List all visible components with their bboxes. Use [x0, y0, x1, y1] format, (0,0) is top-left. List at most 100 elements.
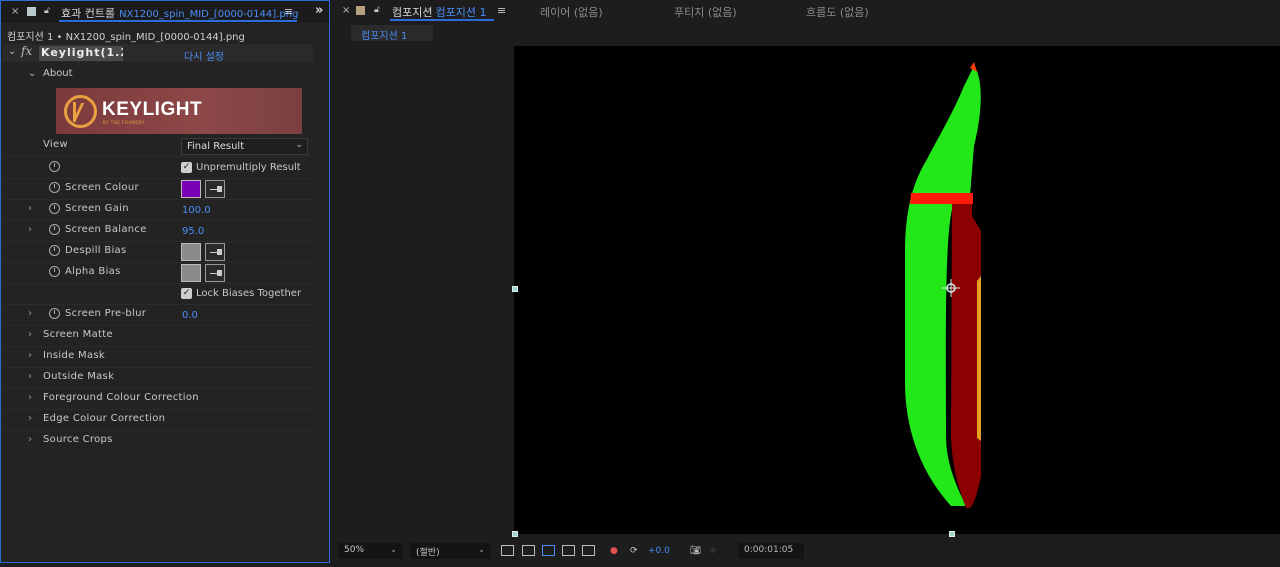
unpremultiply-checkbox[interactable]: ✓	[181, 162, 192, 173]
tab-layer-viewer[interactable]: 레이어 (없음)	[540, 4, 603, 20]
color-channels-icon[interactable]: ●	[610, 546, 618, 556]
resolution-dropdown[interactable]: (절반) ⌄	[410, 543, 490, 559]
effect-header[interactable]: ⌄ fx Keylight(1.2 다시 설정	[3, 44, 313, 63]
logo-text: KEYLIGHT	[102, 99, 203, 120]
effect-controls-tab[interactable]: 효과 컨트롤 NX1200_spin_MID_[0000-0144].png	[61, 5, 298, 21]
zoom-value: 50%	[344, 545, 365, 555]
twirl-icon[interactable]: ⌄	[8, 46, 16, 57]
close-icon[interactable]: ×	[342, 5, 350, 16]
group-label: Outside Mask	[43, 371, 115, 382]
screen-gain-value[interactable]: 100.0	[182, 205, 211, 216]
group-label: Screen Matte	[43, 329, 113, 340]
composition-tab[interactable]: 컴포지션 컴포지션 1	[392, 4, 486, 20]
twirl-icon[interactable]: ›	[28, 434, 32, 445]
screen-balance-value[interactable]: 95.0	[182, 226, 204, 237]
panel-chevron-icon[interactable]: »	[315, 3, 323, 18]
twirl-icon[interactable]: ›	[28, 308, 32, 319]
twirl-icon[interactable]: ›	[28, 203, 32, 214]
layer-handle-left[interactable]	[512, 286, 518, 292]
chevron-down-icon: ⌄	[478, 545, 485, 554]
stopwatch-icon[interactable]	[49, 161, 60, 172]
layer-handle-bottom[interactable]	[949, 531, 955, 537]
composition-tabbar: × 🔓︎ 컴포지션 컴포지션 1 ≡ 레이어 (없음) 푸티지 (없음) 흐름도 …	[334, 0, 1280, 22]
stopwatch-icon[interactable]	[49, 182, 60, 193]
snapshot-icon[interactable]: 📷︎	[690, 546, 701, 556]
stopwatch-icon[interactable]	[49, 203, 60, 214]
show-snapshot-icon[interactable]: ⟡	[710, 546, 716, 556]
screen-preblur-value[interactable]: 0.0	[182, 310, 198, 321]
composition-viewer[interactable]	[514, 46, 1280, 534]
group-outside-mask[interactable]: › Outside Mask	[3, 368, 313, 389]
panel-color-icon	[27, 7, 36, 16]
tab-file: NX1200_spin_MID_[0000-0144].png	[119, 9, 299, 20]
group-edge-colour-correction[interactable]: › Edge Colour Correction	[3, 410, 313, 431]
screen-gain-row: › Screen Gain 100.0	[3, 200, 313, 221]
unpremultiply-row: ✓ Unpremultiply Result	[3, 158, 313, 179]
viewer-footer-toolbar: 50% ⌄ (절반) ⌄ ● ⟳ +0.0 📷︎ ⟡ 0:00:01:05	[334, 540, 1280, 567]
screen-colour-label: Screen Colour	[65, 182, 139, 193]
object-orange-edge	[977, 276, 981, 441]
twirl-icon[interactable]: ›	[28, 224, 32, 235]
stopwatch-icon[interactable]	[49, 224, 60, 235]
twirl-icon[interactable]: ›	[28, 329, 32, 340]
screen-balance-row: › Screen Balance 95.0	[3, 221, 313, 242]
fx-toggle-icon[interactable]: fx	[21, 44, 32, 58]
reset-exposure-icon[interactable]: ⟳	[630, 546, 638, 556]
guides-icon[interactable]	[582, 545, 595, 556]
eyedropper-icon[interactable]	[205, 180, 225, 198]
despill-bias-swatch[interactable]	[181, 243, 201, 261]
alpha-bias-row: Alpha Bias	[3, 263, 313, 284]
mask-visibility-icon[interactable]	[542, 545, 555, 556]
alpha-bias-label: Alpha Bias	[65, 266, 121, 277]
effect-controls-tabbar: × 🔓︎ 효과 컨트롤 NX1200_spin_MID_[0000-0144].p…	[1, 1, 329, 23]
lock-biases-checkbox[interactable]: ✓	[181, 288, 192, 299]
chevron-down-icon: ⌄	[390, 545, 397, 554]
effect-name[interactable]: Keylight(1.2	[39, 46, 123, 61]
keyed-object-preview	[905, 62, 981, 508]
timecode-display[interactable]: 0:00:01:05	[738, 543, 804, 559]
fast-previews-icon[interactable]	[501, 545, 514, 556]
twirl-icon[interactable]: ›	[28, 350, 32, 361]
composition-panel: × 🔓︎ 컴포지션 컴포지션 1 ≡ 레이어 (없음) 푸티지 (없음) 흐름도 …	[334, 0, 1280, 567]
alpha-bias-swatch[interactable]	[181, 264, 201, 282]
composition-subtab[interactable]: 컴포지션 1	[351, 25, 433, 42]
tab-title: 효과 컨트롤	[61, 7, 116, 20]
group-screen-matte[interactable]: › Screen Matte	[3, 326, 313, 347]
transparency-grid-icon[interactable]	[522, 545, 535, 556]
twirl-icon[interactable]: ›	[28, 371, 32, 382]
lock-icon[interactable]: 🔓︎	[374, 5, 380, 15]
about-label: About	[43, 68, 73, 79]
menu-icon[interactable]: ≡	[497, 4, 506, 17]
tab-footage-viewer[interactable]: 푸티지 (없음)	[674, 4, 737, 20]
twirl-icon[interactable]: ⌄	[28, 68, 36, 79]
effect-controls-panel: × 🔓︎ 효과 컨트롤 NX1200_spin_MID_[0000-0144].p…	[0, 0, 330, 563]
view-dropdown[interactable]: Final Result ⌄	[181, 138, 308, 155]
stopwatch-icon[interactable]	[49, 245, 60, 256]
group-inside-mask[interactable]: › Inside Mask	[3, 347, 313, 368]
view-dropdown-value: Final Result	[187, 141, 245, 152]
eyedropper-icon[interactable]	[205, 264, 225, 282]
eyedropper-icon[interactable]	[205, 243, 225, 261]
view-label: View	[43, 139, 68, 150]
zoom-dropdown[interactable]: 50% ⌄	[338, 543, 402, 559]
about-group[interactable]: ⌄ About	[3, 65, 313, 83]
group-source-crops[interactable]: › Source Crops	[3, 431, 313, 452]
screen-preblur-row: › Screen Pre-blur 0.0	[3, 305, 313, 326]
tab-flowchart-viewer[interactable]: 흐름도 (없음)	[806, 4, 869, 20]
lock-icon[interactable]: 🔓︎	[44, 6, 50, 16]
stopwatch-icon[interactable]	[49, 308, 60, 319]
group-label: Edge Colour Correction	[43, 413, 166, 424]
screen-gain-label: Screen Gain	[65, 203, 129, 214]
exposure-value[interactable]: +0.0	[648, 546, 670, 556]
layer-handle-bottom-left[interactable]	[512, 531, 518, 537]
reset-button[interactable]: 다시 설정	[184, 48, 224, 63]
group-foreground-colour-correction[interactable]: › Foreground Colour Correction	[3, 389, 313, 410]
close-icon[interactable]: ×	[11, 6, 19, 17]
twirl-icon[interactable]: ›	[28, 392, 32, 403]
region-of-interest-icon[interactable]	[562, 545, 575, 556]
stopwatch-icon[interactable]	[49, 266, 60, 277]
active-tab-underline	[390, 19, 494, 21]
twirl-icon[interactable]: ›	[28, 413, 32, 424]
menu-icon[interactable]: ≡	[284, 5, 293, 18]
screen-colour-swatch[interactable]	[181, 180, 201, 198]
